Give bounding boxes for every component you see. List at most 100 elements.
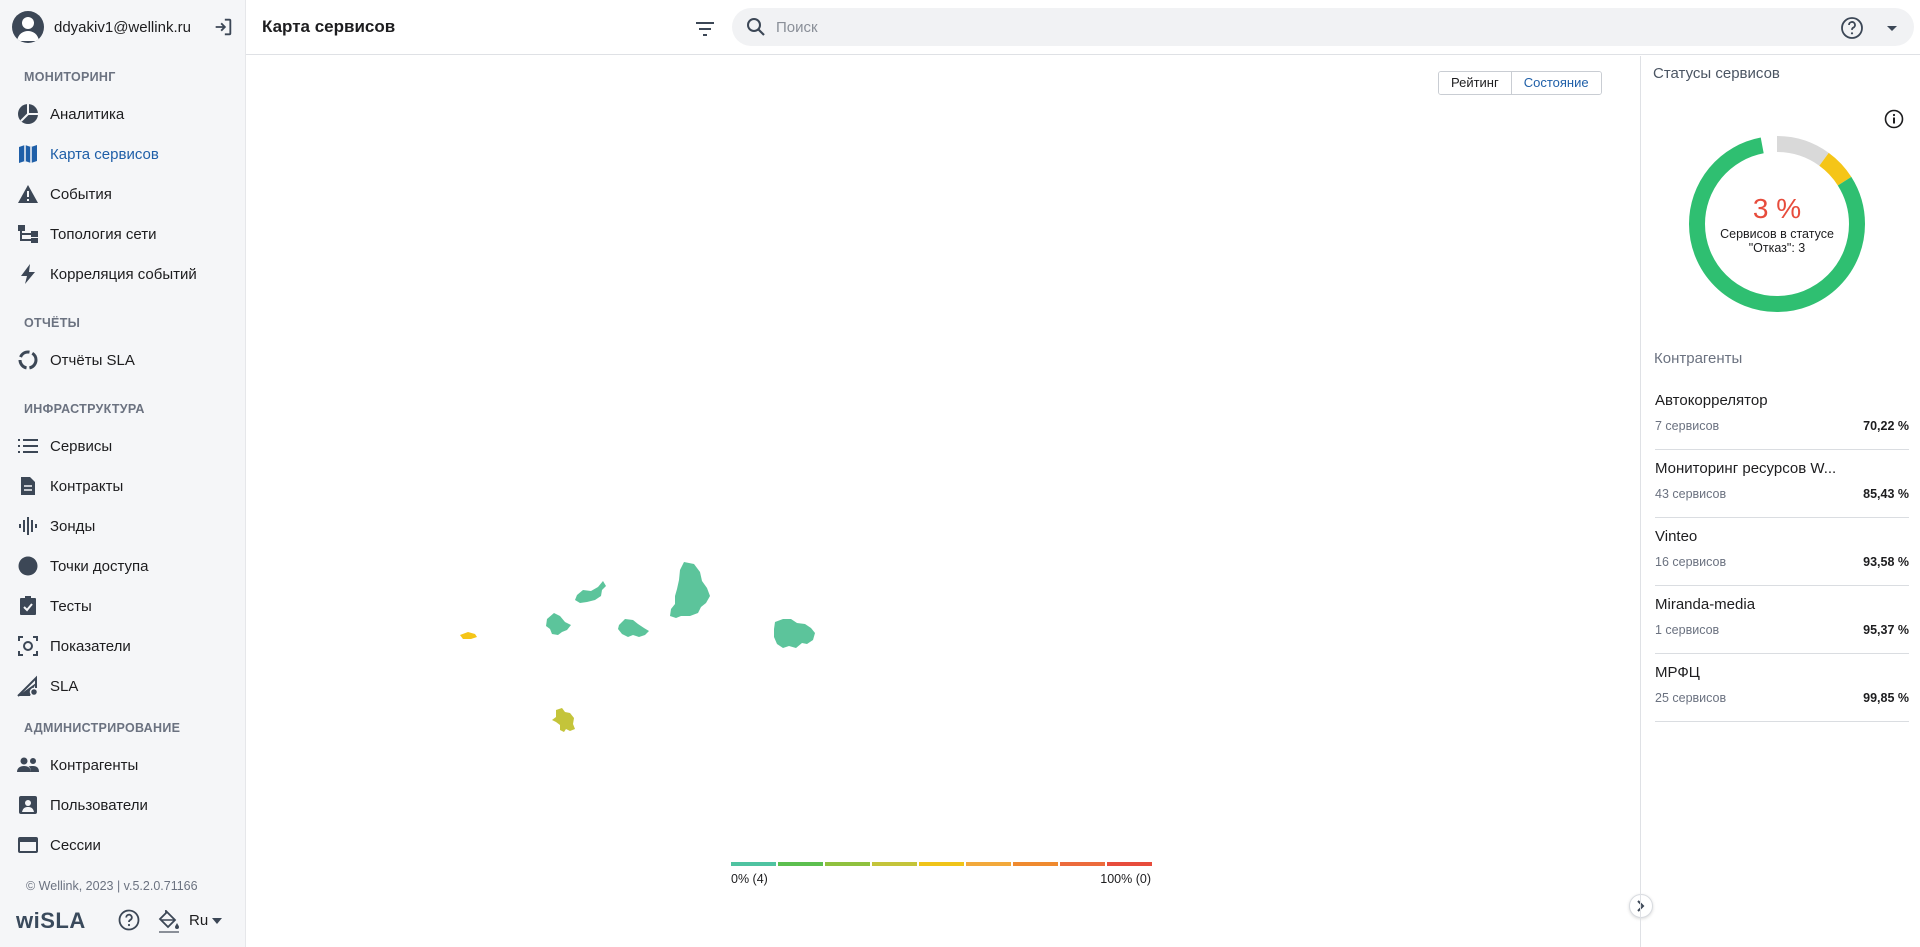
sidebar: ddyakiv1@wellink.ru МОНИТОРИНГ Аналитика… (0, 0, 246, 947)
map-icon (16, 142, 40, 166)
sidebar-item-counterparties[interactable]: Контрагенты (0, 745, 246, 785)
sidebar-item-service-map[interactable]: Карта сервисов (0, 134, 246, 174)
sidebar-item-events[interactable]: События (0, 174, 246, 214)
availability-percent: 99,85 % (1863, 691, 1909, 705)
map-region[interactable] (670, 562, 710, 618)
status-panel: Статусы сервисов 3 % Сервисов в статусе … (1640, 56, 1920, 947)
search-bar (732, 8, 1914, 46)
counterparty-name: Мониторинг ресурсов W... (1655, 460, 1837, 477)
report-icon (16, 348, 40, 372)
wisla-logo: wiSLA (16, 908, 86, 933)
language-selector[interactable]: Ru (189, 912, 223, 929)
service-count: 16 сервисов (1655, 555, 1727, 569)
people-icon (16, 753, 40, 777)
sidebar-item-label: Сервисы (50, 437, 113, 455)
user-email: ddyakiv1@wellink.ru (54, 18, 191, 36)
sidebar-item-probes[interactable]: Зонды (0, 506, 246, 546)
list-icon (16, 434, 40, 458)
legend-min-label: 0% (4) (731, 872, 768, 886)
sidebar-item-label: Аналитика (50, 105, 125, 123)
sidebar-item-access-points[interactable]: Точки доступа (0, 546, 246, 586)
failure-percent: 3 % (1752, 193, 1802, 224)
help-icon[interactable] (118, 909, 140, 931)
document-icon (16, 474, 40, 498)
sidebar-item-analytics[interactable]: Аналитика (0, 94, 246, 134)
search-icon (747, 18, 765, 36)
sidebar-item-correlation[interactable]: Корреляция событий (0, 254, 246, 294)
legend-swatch (1107, 862, 1152, 866)
counterparty-list: Автокоррелятор 7 сервисов 70,22 % Монито… (1655, 382, 1909, 722)
top-bar: Карта сервисов (246, 0, 1920, 55)
sidebar-item-label: Контракты (50, 477, 124, 495)
panel-title: Статусы сервисов (1653, 65, 1780, 82)
filter-icon[interactable] (693, 17, 717, 41)
sidebar-item-label: Сессии (50, 836, 101, 854)
map-region[interactable] (774, 619, 815, 648)
legend-swatch (966, 862, 1011, 866)
map-region[interactable] (546, 613, 571, 635)
list-item[interactable]: Miranda-media 1 сервисов 95,37 % (1655, 586, 1909, 654)
legend-swatch (1060, 862, 1105, 866)
availability-percent: 70,22 % (1863, 419, 1909, 433)
sla-icon (16, 674, 40, 698)
topology-icon (16, 222, 40, 246)
sidebar-item-label: Корреляция событий (50, 265, 197, 283)
map-region[interactable] (460, 632, 477, 639)
sidebar-item-contracts[interactable]: Контракты (0, 466, 246, 506)
window-icon (16, 833, 40, 857)
map-region[interactable] (575, 581, 606, 603)
list-item[interactable]: Мониторинг ресурсов W... 43 сервисов 85,… (1655, 450, 1909, 518)
counterparty-name: Vinteo (1655, 528, 1698, 545)
chevron-down-icon[interactable] (1882, 18, 1902, 38)
map-region[interactable] (618, 619, 649, 637)
sidebar-item-label: Зонды (50, 517, 96, 535)
sidebar-item-label: SLA (50, 677, 79, 695)
counterparty-name: МРФЦ (1655, 664, 1700, 681)
help-icon[interactable] (1840, 16, 1864, 40)
logout-icon[interactable] (212, 16, 234, 38)
counterparty-name: Miranda-media (1655, 596, 1756, 613)
sidebar-item-label: Точки доступа (50, 557, 149, 575)
sidebar-item-sla-reports[interactable]: Отчёты SLA (0, 340, 246, 380)
list-item[interactable]: МРФЦ 25 сервисов 99,85 % (1655, 654, 1909, 722)
legend-swatch (731, 862, 776, 866)
sidebar-item-label: Пользователи (50, 796, 148, 814)
donut-center: 3 % Сервисов в статусе "Отказ": 3 (1687, 134, 1867, 314)
legend-swatch (778, 862, 823, 866)
probe-icon (16, 514, 40, 538)
section-administration: АДМИНИСТРИРОВАНИЕ (24, 721, 181, 735)
sidebar-item-label: Контрагенты (50, 756, 139, 774)
avatar[interactable] (12, 11, 44, 43)
search-input[interactable] (776, 18, 1776, 36)
map-region[interactable] (552, 708, 575, 732)
sidebar-item-sla[interactable]: SLA (0, 666, 246, 706)
section-infrastructure: ИНФРАСТРУКТУРА (24, 402, 145, 416)
metrics-icon (16, 634, 40, 658)
circle-icon (16, 554, 40, 578)
sidebar-item-label: Тесты (50, 597, 92, 615)
checklist-icon (16, 594, 40, 618)
availability-percent: 95,37 % (1863, 623, 1909, 637)
sidebar-item-services[interactable]: Сервисы (0, 426, 246, 466)
service-count: 25 сервисов (1655, 691, 1727, 705)
sidebar-item-sessions[interactable]: Сессии (0, 825, 246, 865)
user-badge-icon (16, 793, 40, 817)
user-profile[interactable]: ddyakiv1@wellink.ru (12, 10, 242, 44)
sidebar-item-tests[interactable]: Тесты (0, 586, 246, 626)
lightning-icon (16, 262, 40, 286)
service-map[interactable]: Рейтинг Состояние 0% (4) 100% (0) (246, 56, 1653, 947)
sidebar-item-users[interactable]: Пользователи (0, 785, 246, 825)
section-monitoring: МОНИТОРИНГ (24, 70, 116, 84)
sidebar-item-topology[interactable]: Топология сети (0, 214, 246, 254)
legend-color-scale (731, 862, 1152, 866)
list-item[interactable]: Автокоррелятор 7 сервисов 70,22 % (1655, 382, 1909, 450)
sidebar-item-label: Показатели (50, 637, 131, 655)
sidebar-item-metrics[interactable]: Показатели (0, 626, 246, 666)
info-icon[interactable] (1884, 109, 1904, 129)
legend-swatch (919, 862, 964, 866)
theme-paint-icon[interactable] (158, 910, 180, 934)
service-count: 43 сервисов (1655, 487, 1727, 501)
legend-swatch (872, 862, 917, 866)
list-item[interactable]: Vinteo 16 сервисов 93,58 % (1655, 518, 1909, 586)
counterparties-title: Контрагенты (1654, 350, 1743, 367)
